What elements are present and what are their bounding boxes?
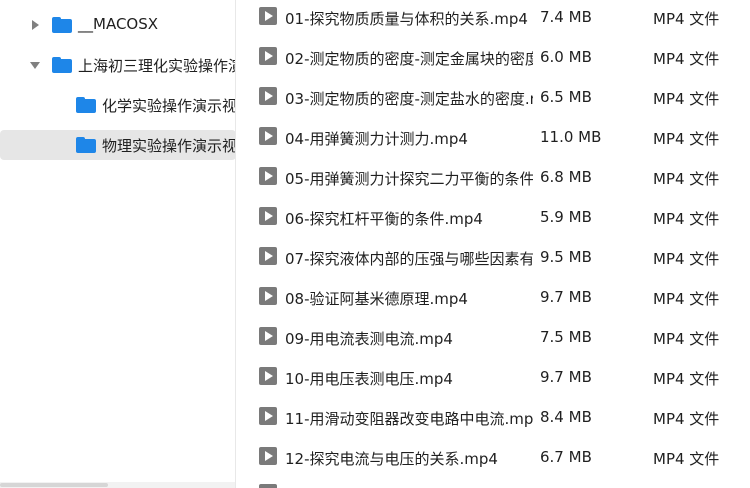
file-name: 08-验证阿基米德原理.mp4 [285,290,468,308]
file-row[interactable]: 06-探究杠杆平衡的条件.mp4 5.9 MB MP4 文件 [237,200,750,240]
file-row[interactable]: 11-用滑动变阻器改变电路中电流.mp4 8.4 MB MP4 文件 [237,400,750,440]
video-file-icon [259,327,277,345]
file-type: MP4 文件 [653,130,720,148]
video-file-icon [259,247,277,265]
file-row[interactable]: 02-测定物质的密度-测定金属块的密度.mp4 6.0 MB MP4 文件 [237,40,750,80]
video-file-icon [259,207,277,225]
file-size: 6.8 MB [540,168,592,186]
file-name: 04-用弹簧测力计测力.mp4 [285,130,468,148]
file-name: 10-用电压表测电压.mp4 [285,370,453,388]
file-row[interactable]: 01-探究物质质量与体积的关系.mp4 7.4 MB MP4 文件 [237,0,750,40]
file-type: MP4 文件 [653,50,720,68]
tree-item-label: 物理实验操作演示视频 [102,137,236,155]
file-name: 12-探究电流与电压的关系.mp4 [285,450,498,468]
file-size: 9.7 MB [540,288,592,306]
file-type: MP4 文件 [653,90,720,108]
video-file-icon [259,87,277,105]
file-name: 09-用电流表测电流.mp4 [285,330,453,348]
file-size: 11.0 MB [540,128,602,146]
file-row[interactable]: 03-测定物质的密度-测定盐水的密度.mp4 6.5 MB MP4 文件 [237,80,750,120]
tree-item-chemistry-videos[interactable]: 化学实验操作演示视频 [0,90,236,120]
file-size: 6.0 MB [540,48,592,66]
file-row[interactable]: 09-用电流表测电流.mp4 7.5 MB MP4 文件 [237,320,750,360]
folder-icon [52,17,72,33]
folder-icon [52,57,72,73]
file-type: MP4 文件 [653,410,720,428]
file-size: 9.5 MB [540,248,592,266]
file-type: MP4 文件 [653,450,720,468]
file-name: 02-测定物质的密度-测定金属块的密度.mp4 [285,50,533,68]
file-row[interactable]: 10-用电压表测电压.mp4 9.7 MB MP4 文件 [237,360,750,400]
folder-tree: __MACOSX 上海初三理化实验操作演示视频 化学实验操作演示视频 物理实验操… [0,0,236,488]
video-file-icon [259,447,277,465]
video-file-icon [259,367,277,385]
file-list: 01-探究物质质量与体积的关系.mp4 7.4 MB MP4 文件 02-测定物… [237,0,750,488]
file-row[interactable]: 08-验证阿基米德原理.mp4 9.7 MB MP4 文件 [237,280,750,320]
tree-item-physics-videos[interactable]: 物理实验操作演示视频 [0,130,236,160]
file-size: 6.5 MB [540,88,592,106]
file-row[interactable]: 07-探究液体内部的压强与哪些因素有关.mp4 9.5 MB MP4 文件 [237,240,750,280]
file-type: MP4 文件 [653,210,720,228]
file-name: 11-用滑动变阻器改变电路中电流.mp4 [285,410,533,428]
file-type: MP4 文件 [653,290,720,308]
file-row[interactable]: 12-探究电流与电压的关系.mp4 6.7 MB MP4 文件 [237,440,750,480]
file-name: 03-测定物质的密度-测定盐水的密度.mp4 [285,90,533,108]
tree-item-macosx[interactable]: __MACOSX [0,10,235,40]
video-file-icon [259,7,277,25]
file-size: 9.7 MB [540,368,592,386]
video-file-icon [259,484,277,488]
file-row[interactable]: 04-用弹簧测力计测力.mp4 11.0 MB MP4 文件 [237,120,750,160]
tree-item-label: 上海初三理化实验操作演示视频 [78,57,235,75]
file-type: MP4 文件 [653,170,720,188]
tree-item-shanghai-experiments[interactable]: 上海初三理化实验操作演示视频 [0,50,235,80]
tree-item-label: __MACOSX [78,15,159,33]
file-name: 07-探究液体内部的压强与哪些因素有关.mp4 [285,250,533,268]
file-type: MP4 文件 [653,10,720,28]
scrollbar-thumb[interactable] [0,483,108,487]
chevron-right-icon[interactable] [32,20,39,30]
file-size: 8.4 MB [540,408,592,426]
file-type: MP4 文件 [653,250,720,268]
file-size: 7.5 MB [540,328,592,346]
file-name: 05-用弹簧测力计探究二力平衡的条件.mp4 [285,170,533,188]
chevron-down-icon[interactable] [30,62,40,69]
video-file-icon [259,407,277,425]
video-file-icon [259,167,277,185]
tree-item-label: 化学实验操作演示视频 [102,97,236,115]
file-size: 6.7 MB [540,448,592,466]
file-name: 06-探究杠杆平衡的条件.mp4 [285,210,483,228]
file-size: 5.9 MB [540,208,592,226]
folder-icon [76,97,96,113]
file-type: MP4 文件 [653,370,720,388]
horizontal-scrollbar[interactable] [0,482,235,488]
video-file-icon [259,127,277,145]
file-size: 7.4 MB [540,8,592,26]
file-row[interactable]: 05-用弹簧测力计探究二力平衡的条件.mp4 6.8 MB MP4 文件 [237,160,750,200]
file-name: 01-探究物质质量与体积的关系.mp4 [285,10,528,28]
folder-icon [76,137,96,153]
video-file-icon [259,287,277,305]
file-type: MP4 文件 [653,330,720,348]
video-file-icon [259,47,277,65]
